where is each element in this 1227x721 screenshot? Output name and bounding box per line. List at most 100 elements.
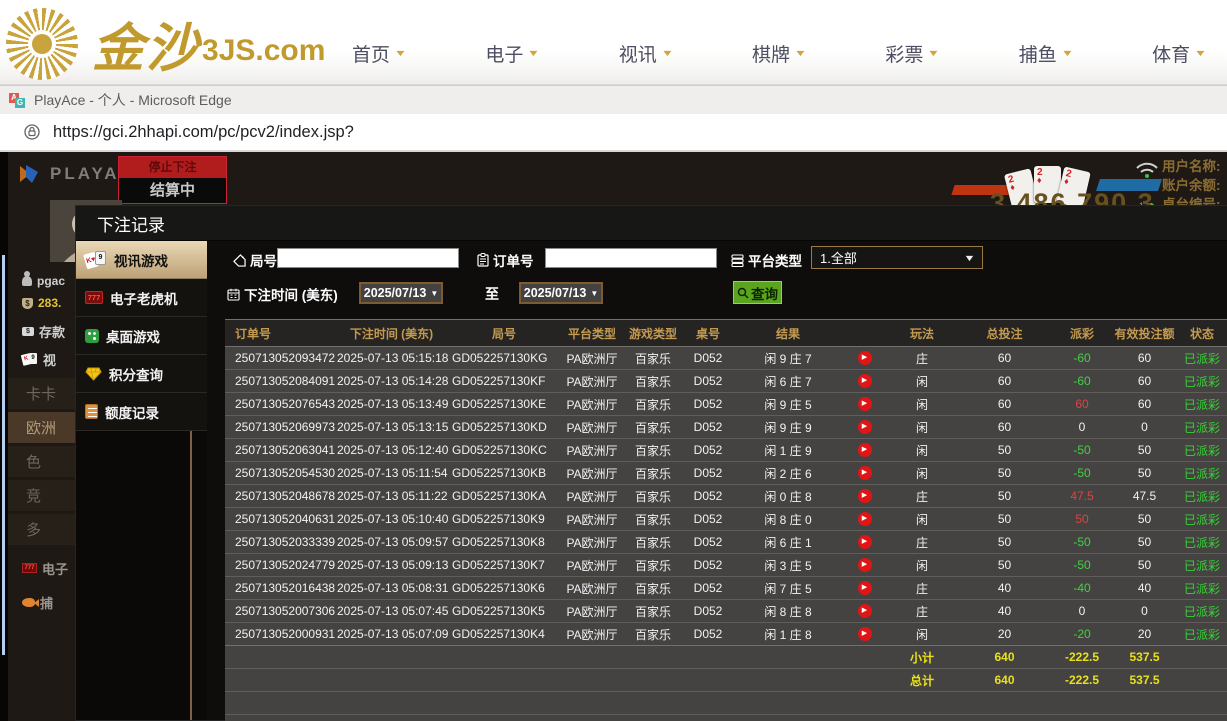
table-row: 2507130520699732025-07-13 05:13:15GD0522… [225,416,1227,439]
logo-text-cn: 金沙 [92,6,200,81]
chevron-down-icon: ▼ [794,48,807,58]
sun-logo-icon [6,8,78,80]
subtotal-payout: -222.5 [1052,646,1112,669]
cell-bet: 40 [957,577,1052,600]
cell-play: 闲 [887,462,957,485]
replay-icon[interactable]: ▶ [858,420,872,434]
cell-replay: ▶ [842,370,887,393]
nav-item-cards[interactable]: 棋牌▼ [752,40,805,67]
nav-item-lottery[interactable]: 彩票▼ [885,40,938,67]
cell-replay: ▶ [842,347,887,370]
replay-icon[interactable]: ▶ [858,535,872,549]
cell-table-no: D052 [682,531,734,554]
replay-icon[interactable]: ▶ [858,397,872,411]
replay-icon[interactable]: ▶ [858,581,872,595]
cell-round: GD052257130K4 [448,623,560,646]
playace-favicon-icon: AG [9,92,25,108]
order-number-input[interactable] [545,248,717,268]
table-row: 2507130520073062025-07-13 05:07:45GD0522… [225,600,1227,623]
replay-icon[interactable]: ▶ [858,489,872,503]
total-payout: -222.5 [1052,669,1112,692]
cell-status: 已派彩 [1177,439,1227,462]
cell-result: 闲 1 庄 8 [734,623,842,646]
window-edge [0,152,8,721]
modal-sidebar: K♥9 视讯游戏 777 电子老虎机 桌面游戏 积分查询 [76,241,207,720]
cell-round: GD052257130K9 [448,508,560,531]
chevron-down-icon: ▼ [430,289,438,298]
cell-replay: ▶ [842,508,887,531]
cell-replay: ▶ [842,393,887,416]
cell-order: 250713052048678 [225,485,335,508]
sidebar-item-table-games[interactable]: 桌面游戏 [76,317,207,355]
replay-icon[interactable]: ▶ [858,604,872,618]
lobby-tab-active: 欧洲 [8,412,75,443]
sidebar-item-live-games[interactable]: K♥9 视讯游戏 [76,241,207,279]
cell-platform: PA欧洲厅 [560,370,624,393]
cell-order: 250713052016438 [225,577,335,600]
fish-icon [22,598,35,607]
stop-betting-label: 停止下注 [119,157,226,178]
site-logo[interactable]: 金沙 3JS.com [6,6,325,81]
round-number-input[interactable] [277,248,459,268]
chevron-down-icon: ▼ [1194,48,1207,58]
cell-status: 已派彩 [1177,623,1227,646]
sidebar-item-slots[interactable]: 777 电子老虎机 [76,279,207,317]
cell-replay: ▶ [842,623,887,646]
cell-round: GD052257130K8 [448,531,560,554]
total-bet: 640 [957,669,1052,692]
subtotal-valid: 537.5 [1112,646,1177,669]
cell-time: 2025-07-13 05:10:40 [335,508,448,531]
cards-icon: K9 [22,353,38,366]
cell-status: 已派彩 [1177,600,1227,623]
search-button[interactable]: 查询 [733,281,782,304]
col-play: 玩法 [887,320,957,347]
replay-icon[interactable]: ▶ [858,443,872,457]
cell-result: 闲 9 庄 5 [734,393,842,416]
cell-valid: 60 [1112,347,1177,370]
cell-platform: PA欧洲厅 [560,508,624,531]
date-to-picker[interactable]: 2025/07/13 ▼ [519,282,603,304]
cell-time: 2025-07-13 05:13:15 [335,416,448,439]
playace-logo-icon [18,164,42,184]
replay-icon[interactable]: ▶ [858,627,872,641]
total-valid: 537.5 [1112,669,1177,692]
cell-table-no: D052 [682,577,734,600]
nav-item-home[interactable]: 首页▼ [352,40,405,67]
game-status-box: 停止下注 结算中 [118,156,227,204]
modal-content: 局号 订单号 [207,241,1227,720]
slot-machine-icon: 777 [85,291,103,304]
nav-item-fishing[interactable]: 捕鱼▼ [1019,40,1072,67]
cell-status: 已派彩 [1177,508,1227,531]
cell-game: 百家乐 [624,508,682,531]
nav-item-slots[interactable]: 电子▼ [485,40,538,67]
col-bet: 总投注 [957,320,1052,347]
cell-payout: -60 [1052,370,1112,393]
browser-urlbar[interactable]: https://gci.2hhapi.com/pc/pcv2/index.jsp… [0,114,1227,152]
replay-icon[interactable]: ▶ [858,351,872,365]
cell-payout: 50 [1052,508,1112,531]
cell-order: 250713052000931 [225,623,335,646]
nav-item-sports[interactable]: 体育▼ [1152,40,1205,67]
cell-replay: ▶ [842,439,887,462]
cell-valid: 47.5 [1112,485,1177,508]
cell-payout: 0 [1052,600,1112,623]
col-result: 结果 [734,320,842,347]
nav-item-live[interactable]: 视讯▼ [619,40,672,67]
cell-play: 庄 [887,347,957,370]
replay-icon[interactable]: ▶ [858,512,872,526]
sidebar-item-credit-records[interactable]: 额度记录 [76,393,207,431]
replay-icon[interactable]: ▶ [858,466,872,480]
date-from-picker[interactable]: 2025/07/13 ▼ [359,282,443,304]
cell-round: GD052257130KD [448,416,560,439]
replay-icon[interactable]: ▶ [858,374,872,388]
platform-type-select[interactable]: 1.全部 ▼ [811,246,983,269]
cell-table-no: D052 [682,485,734,508]
money-bag-icon: $ [22,298,33,309]
url-text[interactable]: https://gci.2hhapi.com/pc/pcv2/index.jsp… [53,123,354,142]
replay-icon[interactable]: ▶ [858,558,872,572]
dice-icon [85,329,99,343]
empty-row [225,715,1227,721]
cell-play: 庄 [887,485,957,508]
chevron-down-icon: ▼ [394,48,407,58]
sidebar-item-points[interactable]: 积分查询 [76,355,207,393]
